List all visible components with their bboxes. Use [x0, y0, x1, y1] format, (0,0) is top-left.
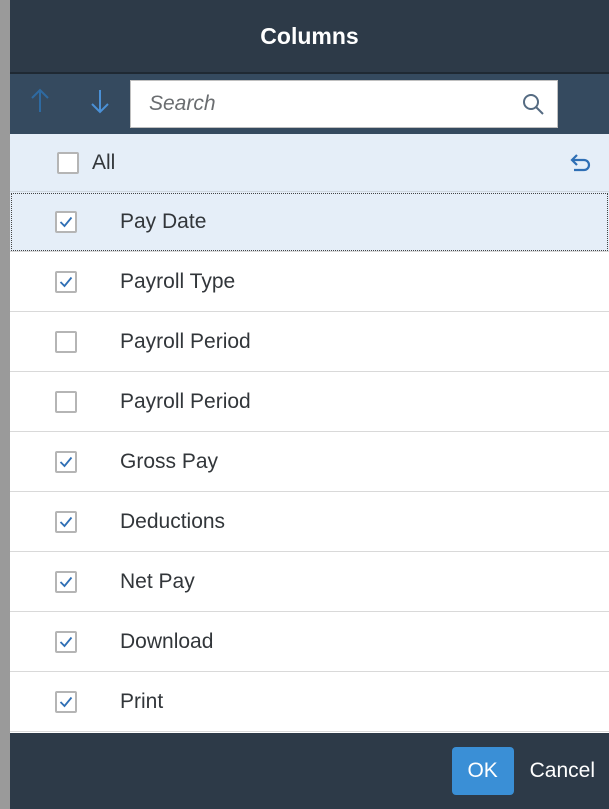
search-icon[interactable] [517, 88, 549, 120]
checkmark-icon [59, 516, 73, 528]
column-list-item[interactable]: Gross Pay [10, 432, 609, 492]
column-list-item[interactable]: Payroll Type [10, 252, 609, 312]
column-label: Download [120, 629, 214, 653]
dialog-footer: OK Cancel [10, 733, 609, 809]
cancel-button[interactable]: Cancel [514, 747, 609, 795]
column-checkbox[interactable] [55, 450, 77, 473]
column-checkbox[interactable] [55, 390, 77, 413]
checkmark-icon [59, 276, 73, 288]
columns-dialog: Columns All Pay Date Payroll Type Payroll … [0, 0, 609, 809]
move-up-button[interactable] [10, 74, 70, 134]
column-checkbox[interactable] [55, 330, 77, 353]
column-list-item[interactable]: Download [10, 612, 609, 672]
column-checkbox[interactable] [55, 510, 77, 533]
checkmark-icon [59, 456, 73, 468]
column-list-item[interactable]: Payroll Period [10, 372, 609, 432]
column-checkbox[interactable] [55, 630, 77, 653]
arrow-up-icon [29, 88, 51, 121]
column-list-item[interactable]: Payroll Period [10, 312, 609, 372]
column-list-item[interactable]: Pay Date [10, 192, 609, 252]
column-list-item[interactable]: Net Pay [10, 552, 609, 612]
ok-button[interactable]: OK [451, 747, 514, 795]
column-list-item[interactable]: Deductions [10, 492, 609, 552]
column-label: Payroll Period [120, 389, 251, 413]
checkmark-icon [59, 696, 73, 708]
arrow-down-icon [89, 88, 111, 121]
select-all-checkbox[interactable] [57, 151, 79, 174]
select-all-row[interactable]: All [10, 134, 609, 192]
undo-icon[interactable] [567, 149, 595, 177]
move-down-button[interactable] [70, 74, 130, 134]
column-label: Payroll Period [120, 329, 251, 353]
select-all-label: All [92, 150, 116, 174]
column-list: Pay Date Payroll Type Payroll Period Payrol… [10, 192, 609, 732]
dialog-header: Columns [10, 0, 609, 74]
column-checkbox[interactable] [55, 570, 77, 593]
column-list-item[interactable]: Print [10, 672, 609, 732]
search-input[interactable] [147, 91, 517, 117]
column-checkbox[interactable] [55, 210, 77, 233]
dialog-toolbar [10, 74, 609, 134]
checkmark-icon [59, 576, 73, 588]
column-checkbox[interactable] [55, 690, 77, 713]
column-label: Pay Date [120, 209, 207, 233]
column-label: Gross Pay [120, 449, 219, 473]
checkmark-icon [59, 216, 73, 228]
column-checkbox[interactable] [55, 270, 77, 293]
dialog-title: Columns [260, 22, 359, 49]
column-label: Net Pay [120, 569, 195, 593]
checkmark-icon [59, 636, 73, 648]
search-field [130, 80, 558, 128]
column-label: Deductions [120, 509, 226, 533]
column-label: Print [120, 689, 164, 713]
column-label: Payroll Type [120, 269, 236, 293]
